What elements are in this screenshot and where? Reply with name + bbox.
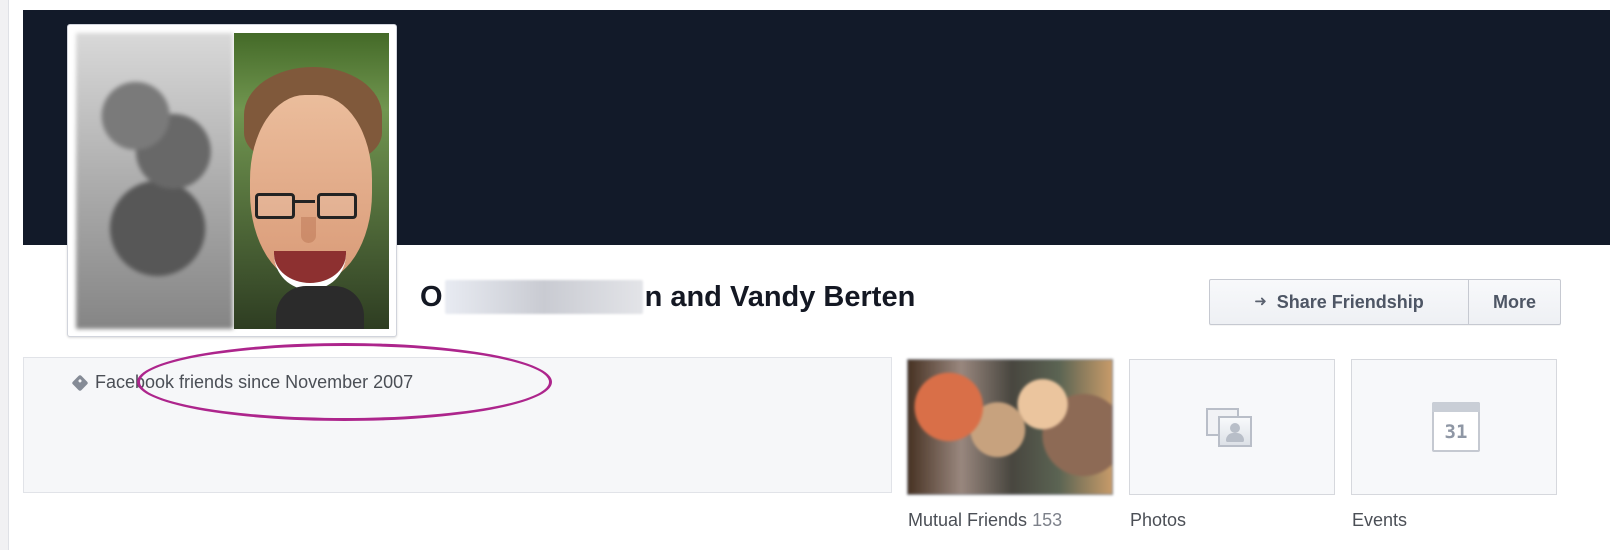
friendship-info-panel: Facebook friends since November 2007 <box>23 357 892 493</box>
tag-icon <box>71 374 89 391</box>
photos-icon <box>1206 408 1254 448</box>
person-icon <box>1226 423 1244 442</box>
profile-photo-pair[interactable] <box>67 24 397 337</box>
nose <box>301 217 316 243</box>
mutual-friends-count: 153 <box>1032 510 1063 530</box>
events-text: Events <box>1352 510 1408 530</box>
mutual-friends-label[interactable]: Mutual Friends 153 <box>908 510 1062 531</box>
mutual-friends-tile[interactable] <box>907 359 1113 495</box>
glasses-bridge <box>295 200 315 203</box>
more-button[interactable]: More <box>1469 280 1560 324</box>
share-arrow-icon: ➜ <box>1254 293 1267 310</box>
friends-since-text: Facebook friends since November 2007 <box>95 372 414 392</box>
photos-tile[interactable] <box>1129 359 1335 495</box>
left-glass-lens <box>255 193 295 219</box>
friendship-title: O n and Vandy Berten <box>420 279 915 315</box>
photos-text: Photos <box>1130 510 1187 530</box>
share-friendship-button[interactable]: ➜ Share Friendship <box>1210 280 1469 324</box>
mutual-friends-text: Mutual Friends <box>908 510 1028 530</box>
left-rail <box>0 0 9 550</box>
title-prefix: O <box>420 280 443 313</box>
shirt <box>276 286 364 329</box>
title-suffix: n and Vandy Berten <box>644 280 916 313</box>
calendar-icon: 31 <box>1432 402 1480 452</box>
more-label: More <box>1492 291 1536 312</box>
profile-photo <box>234 33 389 329</box>
blurred-profile-photo <box>76 33 233 329</box>
calendar-date: 31 <box>1444 420 1468 443</box>
photos-label[interactable]: Photos <box>1130 510 1186 531</box>
smile <box>274 251 346 290</box>
events-label[interactable]: Events <box>1352 510 1407 531</box>
share-friendship-label: Share Friendship <box>1276 291 1424 312</box>
photo-front-icon <box>1218 416 1252 447</box>
right-glass-lens <box>317 193 357 219</box>
friendship-page: O n and Vandy Berten ➜ Share Friendship … <box>0 0 1610 550</box>
friendship-actions: ➜ Share Friendship More <box>1209 279 1561 325</box>
events-tile[interactable]: 31 <box>1351 359 1557 495</box>
redacted-name-block <box>444 280 643 314</box>
friends-since-line: Facebook friends since November 2007 <box>71 372 414 393</box>
